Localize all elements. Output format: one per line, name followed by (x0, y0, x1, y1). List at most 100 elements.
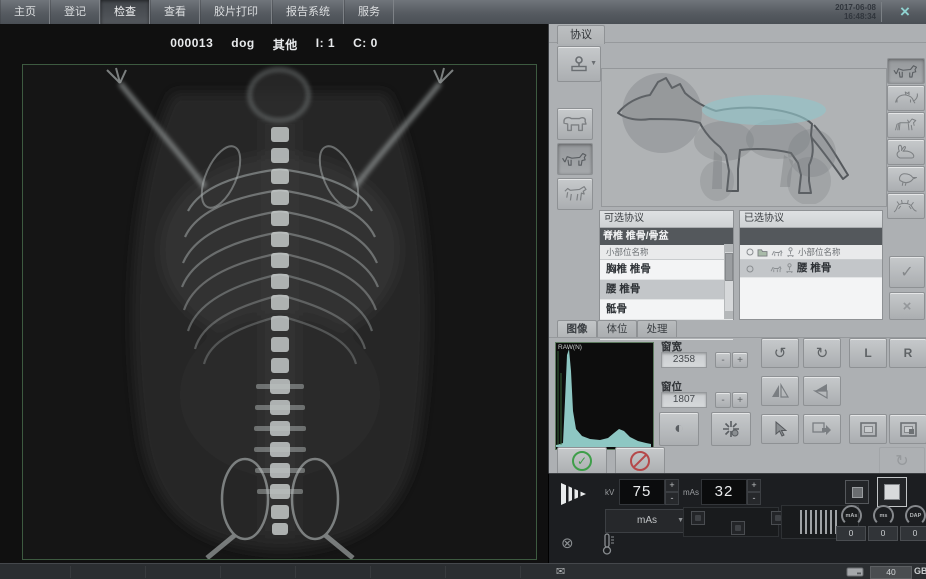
disk-free-value: 40 (870, 566, 912, 579)
tube-temperature-icon (601, 533, 615, 555)
rotate-ccw-button[interactable]: ↺ (761, 338, 799, 368)
single-frame-icon (860, 422, 877, 437)
status-bar: ✉ 40 GB (0, 563, 926, 579)
field-small-button[interactable] (845, 480, 869, 504)
window-level-value: 1807 (661, 392, 707, 408)
menu-report-system[interactable]: 报告系统 (272, 0, 344, 24)
window-level-plus-button[interactable]: + (732, 392, 748, 408)
animal-reptile-button[interactable] (887, 193, 925, 219)
animal-column-icon (771, 248, 783, 257)
marker-left-label: L (864, 346, 871, 360)
scroll-up-arrow[interactable] (725, 244, 733, 252)
image-count: I: 1 (316, 36, 335, 53)
scroll-down-arrow[interactable] (725, 311, 733, 319)
remove-protocol-button[interactable]: × (889, 292, 925, 320)
cat-icon (891, 89, 921, 107)
animal-horse-button[interactable] (887, 112, 925, 138)
animal-bird-button[interactable] (887, 166, 925, 192)
gauge-mas-value: 0 (836, 526, 866, 541)
gauge-ms-icon: ms (873, 505, 894, 526)
window-width-minus-button[interactable]: - (715, 352, 731, 368)
field-large-button[interactable] (877, 477, 907, 507)
size-medium-dog-button[interactable] (557, 143, 593, 175)
close-button[interactable]: × (892, 1, 918, 22)
menu-view[interactable]: 查看 (150, 0, 200, 24)
mas-plus-button[interactable]: + (747, 479, 761, 492)
xray-image[interactable] (23, 65, 536, 559)
radio-icon[interactable] (746, 265, 754, 273)
protocol-item-lumbar[interactable]: 腰 椎骨 (600, 280, 733, 300)
window-width-plus-button[interactable]: + (732, 352, 748, 368)
region-head (622, 73, 702, 153)
patient-id: 000013 (170, 36, 213, 53)
cursor-tool-button[interactable] (761, 414, 799, 444)
exposure-mode-select[interactable]: mAs ▼ (605, 509, 689, 533)
histogram-panel[interactable]: RAW(N) (555, 342, 654, 450)
time-text: 16:48:34 (786, 12, 876, 21)
enhance-button[interactable] (711, 412, 751, 446)
gauge-dap-label: DAP (910, 513, 922, 519)
animal-rabbit-button[interactable] (887, 139, 925, 165)
chevron-down-icon: ▼ (590, 60, 597, 67)
protocol-group-header[interactable]: 脊椎 椎骨/骨盆 (600, 228, 733, 245)
region-shoulder (694, 121, 754, 161)
mas-value: 32 (701, 479, 747, 505)
patient-info-bar: 000013 dog 其他 I: 1 C: 0 (0, 36, 548, 53)
view-single-button[interactable] (849, 414, 887, 444)
invert-button[interactable]: ◐ (659, 412, 699, 446)
rotate-cw-button[interactable]: ↻ (803, 338, 841, 368)
indicator-left[interactable] (691, 511, 705, 525)
tab-position[interactable]: 体位 (597, 320, 637, 338)
gauge-dap-value: 0 (900, 526, 926, 541)
menu-film-print[interactable]: 胶片打印 (200, 0, 272, 24)
confirm-protocol-button[interactable]: ✓ (889, 256, 925, 288)
scrollbar-thumb[interactable] (725, 253, 733, 281)
indicator-center[interactable] (731, 521, 745, 535)
reject-image-button[interactable] (615, 447, 665, 475)
image-pan-icon (812, 421, 832, 437)
large-square-icon (884, 484, 900, 500)
patient-on-table-icon (568, 55, 590, 73)
marker-left-button[interactable]: L (849, 338, 887, 368)
check-icon: ✓ (900, 262, 913, 282)
kv-plus-button[interactable]: + (665, 479, 679, 492)
window-level-minus-button[interactable]: - (715, 392, 731, 408)
body-region-diagram[interactable] (601, 68, 887, 207)
tab-process[interactable]: 处理 (637, 320, 677, 338)
size-small-dog-button[interactable] (557, 178, 593, 210)
bird-icon (891, 170, 921, 188)
flip-horizontal-button[interactable] (761, 376, 799, 406)
tab-image[interactable]: 图像 (557, 320, 597, 338)
reset-button[interactable]: ↻ (879, 447, 925, 475)
animal-cat-button[interactable] (887, 85, 925, 111)
menu-service[interactable]: 服务 (344, 0, 394, 24)
protocol-item-thoracic[interactable]: 胸椎 椎骨 (600, 260, 733, 280)
menu-home[interactable]: 主页 (0, 0, 50, 24)
message-envelope-icon[interactable]: ✉ (556, 565, 565, 578)
selected-protocol-row[interactable]: 腰 椎骨 (740, 260, 882, 278)
kv-label: kV (605, 488, 614, 497)
list-scrollbar[interactable] (724, 244, 733, 319)
menu-register[interactable]: 登记 (50, 0, 100, 24)
size-large-dog-button[interactable] (557, 108, 593, 140)
mas-minus-button[interactable]: - (747, 492, 761, 505)
selected-protocol-name: 腰 椎骨 (797, 260, 831, 277)
date-text: 2017-06-08 (786, 3, 876, 12)
pan-image-button[interactable] (803, 414, 841, 444)
orientation-icon (785, 263, 794, 274)
rotate-ccw-icon: ↺ (774, 344, 787, 362)
tab-protocol[interactable]: 协议 (557, 25, 605, 44)
gauge-mas-icon: mAs (841, 505, 862, 526)
menu-exam[interactable]: 检查 (100, 0, 150, 24)
flip-vertical-button[interactable] (803, 376, 841, 406)
kv-minus-button[interactable]: - (665, 492, 679, 505)
gauge-ms-value: 0 (868, 526, 898, 541)
xray-image-frame[interactable] (22, 64, 537, 560)
accept-image-button[interactable]: ✓ (557, 447, 607, 475)
protocol-item-sacrum[interactable]: 骶骨 (600, 300, 733, 320)
save-frame-button[interactable] (889, 414, 926, 444)
marker-right-button[interactable]: R (889, 338, 926, 368)
window-width-value: 2358 (661, 352, 707, 368)
patient-table-button[interactable]: ▼ (557, 46, 601, 82)
animal-dog-button[interactable] (887, 58, 925, 84)
